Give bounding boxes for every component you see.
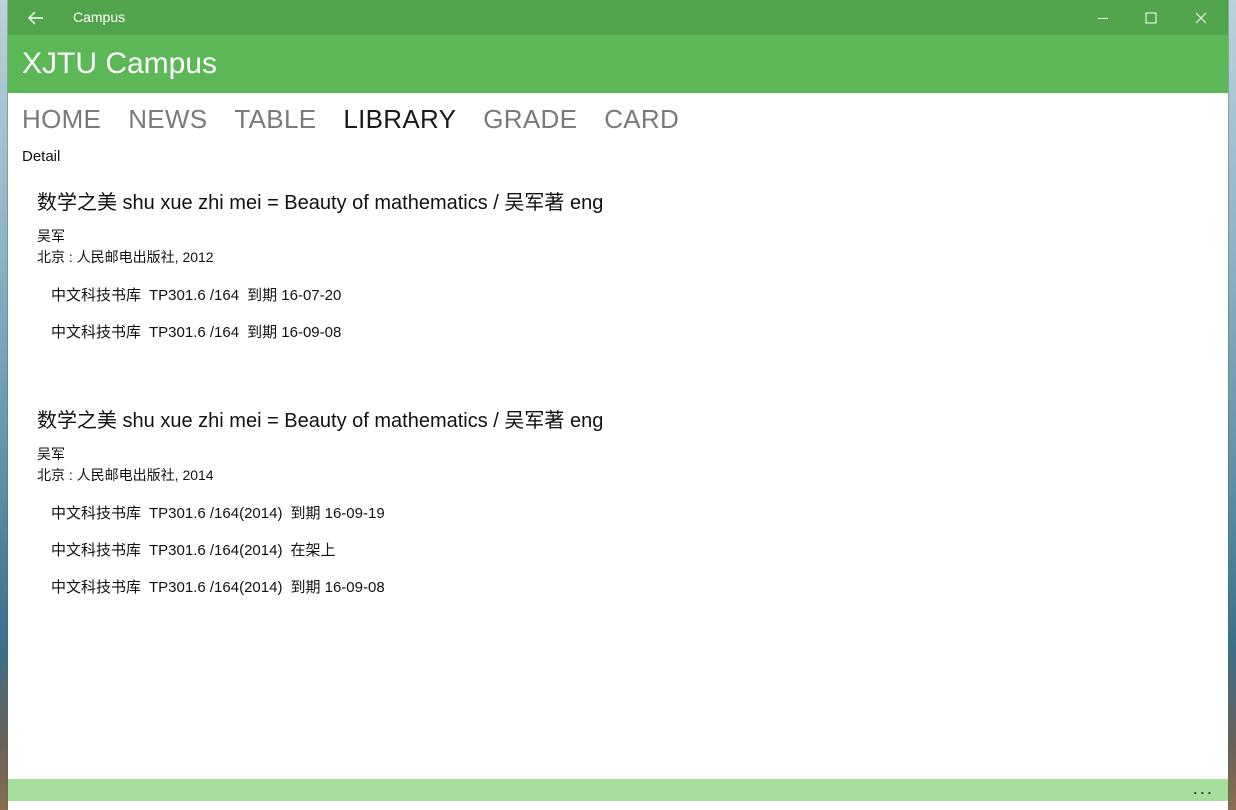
section-label: Detail <box>22 148 61 165</box>
tab-home[interactable]: HOME <box>22 104 101 140</box>
pivot-tabs: HOME NEWS TABLE LIBRARY GRADE CARD <box>22 104 706 140</box>
holding-location: 中文科技书库 <box>51 324 142 341</box>
minimize-button[interactable] <box>1080 0 1126 35</box>
holding-location: 中文科技书库 <box>51 542 142 559</box>
book-author: 吴军 <box>37 446 65 462</box>
holding-row: 中文科技书库 TP301.6 /164(2014) 在架上 <box>51 541 1187 578</box>
holding-row: 中文科技书库 TP301.6 /164 到期 16-09-08 <box>51 323 1187 360</box>
maximize-button[interactable] <box>1128 0 1174 35</box>
window-title: Campus <box>73 9 126 25</box>
holding-location: 中文科技书库 <box>51 579 142 596</box>
book-publisher: 北京 : 人民邮电出版社, 2012 <box>37 249 214 265</box>
book-publisher: 北京 : 人民邮电出版社, 2014 <box>37 467 214 483</box>
holding-row: 中文科技书库 TP301.6 /164(2014) 到期 16-09-19 <box>51 504 1187 541</box>
back-button[interactable] <box>16 0 56 35</box>
holding-status: 在架上 <box>290 542 336 559</box>
holding-call-number: TP301.6 /164 <box>149 324 240 341</box>
app-window: Campus XJTU Campus HOME NEWS TABLE LIBRA… <box>8 0 1228 810</box>
holding-call-number: TP301.6 /164(2014) <box>149 579 283 596</box>
minimize-icon <box>1098 17 1108 19</box>
book-item: 数学之美 shu xue zhi mei = Beauty of mathema… <box>37 188 1187 360</box>
holding-row: 中文科技书库 TP301.6 /164 到期 16-07-20 <box>51 286 1187 323</box>
title-bar: Campus <box>8 0 1228 35</box>
holding-location: 中文科技书库 <box>51 505 142 522</box>
holding-row: 中文科技书库 TP301.6 /164(2014) 到期 16-09-08 <box>51 578 1187 615</box>
tab-grade[interactable]: GRADE <box>483 104 577 140</box>
holdings-list: 中文科技书库 TP301.6 /164 到期 16-07-20 中文科技书库 TP30… <box>37 286 1187 360</box>
book-title: 数学之美 shu xue zhi mei = Beauty of mathema… <box>37 410 604 432</box>
tab-library[interactable]: LIBRARY <box>343 104 456 140</box>
holding-status: 到期 16-09-08 <box>290 579 385 596</box>
holding-call-number: TP301.6 /164(2014) <box>149 505 283 522</box>
app-title: XJTU Campus <box>22 47 218 80</box>
holding-call-number: TP301.6 /164(2014) <box>149 542 283 559</box>
holdings-list: 中文科技书库 TP301.6 /164(2014) 到期 16-09-19 中文科技… <box>37 504 1187 615</box>
holding-status: 到期 16-07-20 <box>247 287 342 304</box>
book-title: 数学之美 shu xue zhi mei = Beauty of mathema… <box>37 192 604 214</box>
app-header: XJTU Campus <box>8 35 1228 93</box>
bottom-app-bar: ... <box>8 779 1228 801</box>
tab-news[interactable]: NEWS <box>128 104 207 140</box>
book-list: 数学之美 shu xue zhi mei = Beauty of mathema… <box>37 188 1187 661</box>
holding-call-number: TP301.6 /164 <box>149 287 240 304</box>
arrow-left-icon <box>28 11 43 24</box>
book-author: 吴军 <box>37 228 65 244</box>
close-button[interactable] <box>1178 0 1224 35</box>
book-item: 数学之美 shu xue zhi mei = Beauty of mathema… <box>37 406 1187 615</box>
close-icon <box>1195 12 1207 23</box>
tab-table[interactable]: TABLE <box>234 104 316 140</box>
holding-location: 中文科技书库 <box>51 287 142 304</box>
more-button[interactable]: ... <box>1193 779 1214 801</box>
maximize-icon <box>1145 12 1157 23</box>
holding-status: 到期 16-09-19 <box>290 505 385 522</box>
holding-status: 到期 16-09-08 <box>247 324 342 341</box>
tab-card[interactable]: CARD <box>604 104 679 140</box>
